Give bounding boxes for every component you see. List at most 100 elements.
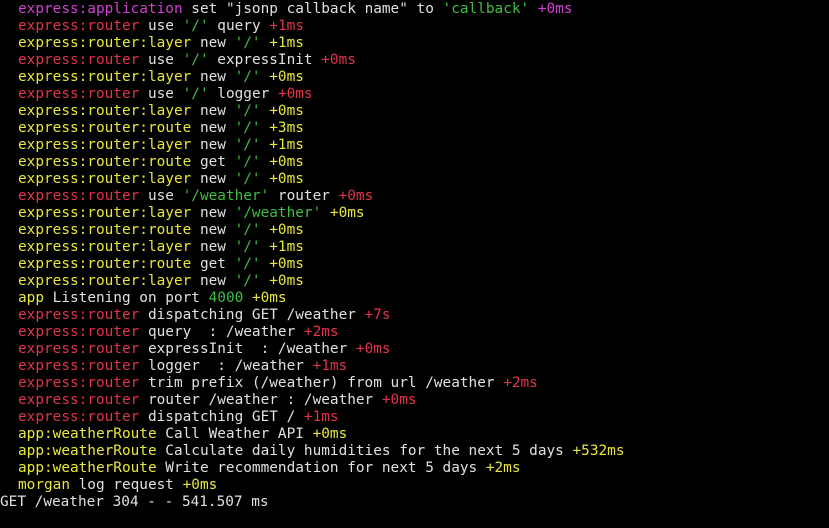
log-segment: +7s xyxy=(364,307,391,323)
log-segment: log request xyxy=(69,477,183,493)
log-namespace: express:router xyxy=(18,307,140,323)
log-line: express:router query : /weather +2ms xyxy=(0,324,829,341)
log-segment: '/' xyxy=(234,103,261,119)
log-segment: '/' xyxy=(234,256,261,272)
log-line: express:router:layer new '/' +0ms xyxy=(0,103,829,120)
log-segment: Listening on port xyxy=(44,290,209,306)
log-namespace: express:router xyxy=(18,52,140,68)
log-segment: +2ms xyxy=(485,460,521,476)
log-segment: router /weather : /weather xyxy=(139,392,382,408)
log-line: express:router:layer new '/' +0ms xyxy=(0,69,829,86)
log-segment: get xyxy=(191,154,235,170)
log-line: express:router:layer new '/' +0ms xyxy=(0,171,829,188)
log-segment: +0ms xyxy=(355,341,391,357)
log-segment: use xyxy=(139,86,183,102)
log-segment: +0ms xyxy=(260,222,304,238)
log-line: morgan log request +0ms xyxy=(0,477,829,494)
log-namespace: express:router xyxy=(18,409,140,425)
log-namespace: express:router:layer xyxy=(18,171,192,187)
log-segment: new xyxy=(191,35,235,51)
log-namespace: express:router:layer xyxy=(18,205,192,221)
log-line: express:router use '/' query +1ms xyxy=(0,18,829,35)
log-segment: +0ms xyxy=(260,171,304,187)
log-segment: +0ms xyxy=(321,205,365,221)
log-segment: +0ms xyxy=(381,392,417,408)
log-segment: '/' xyxy=(234,222,261,238)
log-segment: router xyxy=(269,188,339,204)
log-line: express:application set "jsonp callback … xyxy=(0,1,829,18)
log-namespace: express:router xyxy=(18,375,140,391)
log-segment: query : /weather xyxy=(139,324,304,340)
log-line: express:router:route new '/' +3ms xyxy=(0,120,829,137)
log-segment: new xyxy=(191,205,235,221)
log-segment: logger xyxy=(208,86,278,102)
log-segment: +0ms xyxy=(260,154,304,170)
log-segment: new xyxy=(191,137,235,153)
log-segment: +0ms xyxy=(529,1,573,17)
log-namespace: app:weatherRoute xyxy=(18,426,157,442)
log-namespace: express:router:layer xyxy=(18,137,192,153)
log-segment: 4000 xyxy=(208,290,244,306)
log-segment: +0ms xyxy=(338,188,374,204)
log-output: express:application set "jsonp callback … xyxy=(0,1,829,494)
log-namespace: express:router:route xyxy=(18,120,192,136)
log-namespace: express:router xyxy=(18,324,140,340)
log-line: express:router:route new '/' +0ms xyxy=(0,222,829,239)
log-namespace: express:router:layer xyxy=(18,35,192,51)
log-line: express:router dispatching GET / +1ms xyxy=(0,409,829,426)
log-segment: +0ms xyxy=(260,273,304,289)
log-namespace: express:router:route xyxy=(18,222,192,238)
log-line: express:router:layer new '/' +1ms xyxy=(0,35,829,52)
log-namespace: express:router:route xyxy=(18,256,192,272)
log-segment: +0ms xyxy=(260,69,304,85)
log-segment: use xyxy=(139,188,183,204)
log-segment: +1ms xyxy=(260,239,304,255)
log-segment: expressInit xyxy=(208,52,322,68)
log-segment: +2ms xyxy=(503,375,538,391)
log-namespace: express:router:layer xyxy=(18,103,192,119)
log-segment: +1ms xyxy=(312,358,348,374)
log-segment: get xyxy=(191,256,235,272)
log-segment: '/' xyxy=(234,273,261,289)
log-segment: +1ms xyxy=(269,18,304,34)
log-line: app:weatherRoute Call Weather API +0ms xyxy=(0,426,829,443)
http-access-log-line: GET /weather 304 - - 541.507 ms xyxy=(0,494,269,510)
log-line: express:router:route get '/' +0ms xyxy=(0,154,829,171)
log-segment: '/' xyxy=(234,69,261,85)
log-segment: +1ms xyxy=(303,409,339,425)
log-segment: new xyxy=(191,171,235,187)
log-namespace: express:router xyxy=(18,188,140,204)
log-segment: +0ms xyxy=(321,52,356,68)
terminal-window[interactable]: express:application set "jsonp callback … xyxy=(0,0,829,528)
log-segment: +532ms xyxy=(572,443,625,459)
log-segment: dispatching GET /weather xyxy=(139,307,365,323)
log-line: express:router:layer new '/weather' +0ms xyxy=(0,205,829,222)
log-line: express:router trim prefix (/weather) fr… xyxy=(0,375,829,392)
log-line: app:weatherRoute Calculate daily humidit… xyxy=(0,443,829,460)
log-namespace: express:application xyxy=(18,1,183,17)
log-segment: '/' xyxy=(182,86,209,102)
log-segment: +1ms xyxy=(260,137,304,153)
log-segment: use xyxy=(139,52,183,68)
log-segment: '/' xyxy=(234,137,261,153)
log-segment: 'callback' xyxy=(442,1,530,17)
log-segment: +0ms xyxy=(312,426,348,442)
log-segment: '/' xyxy=(182,18,209,34)
log-namespace: express:router xyxy=(18,86,140,102)
log-line: app:weatherRoute Write recommendation fo… xyxy=(0,460,829,477)
log-segment: +0ms xyxy=(182,477,218,493)
log-namespace: express:router:route xyxy=(18,154,192,170)
log-segment: +2ms xyxy=(303,324,339,340)
log-line: express:router logger : /weather +1ms xyxy=(0,358,829,375)
log-segment: '/' xyxy=(234,120,261,136)
log-segment: new xyxy=(191,69,235,85)
log-segment: '/' xyxy=(234,35,261,51)
log-namespace: morgan xyxy=(18,477,70,493)
log-segment: '/weather' xyxy=(234,205,322,221)
log-segment: '/' xyxy=(234,171,261,187)
log-segment: +0ms xyxy=(260,103,304,119)
log-segment: new xyxy=(191,273,235,289)
log-segment: new xyxy=(191,239,235,255)
log-line: express:router use '/' expressInit +0ms xyxy=(0,52,829,69)
log-segment: logger : /weather xyxy=(139,358,313,374)
